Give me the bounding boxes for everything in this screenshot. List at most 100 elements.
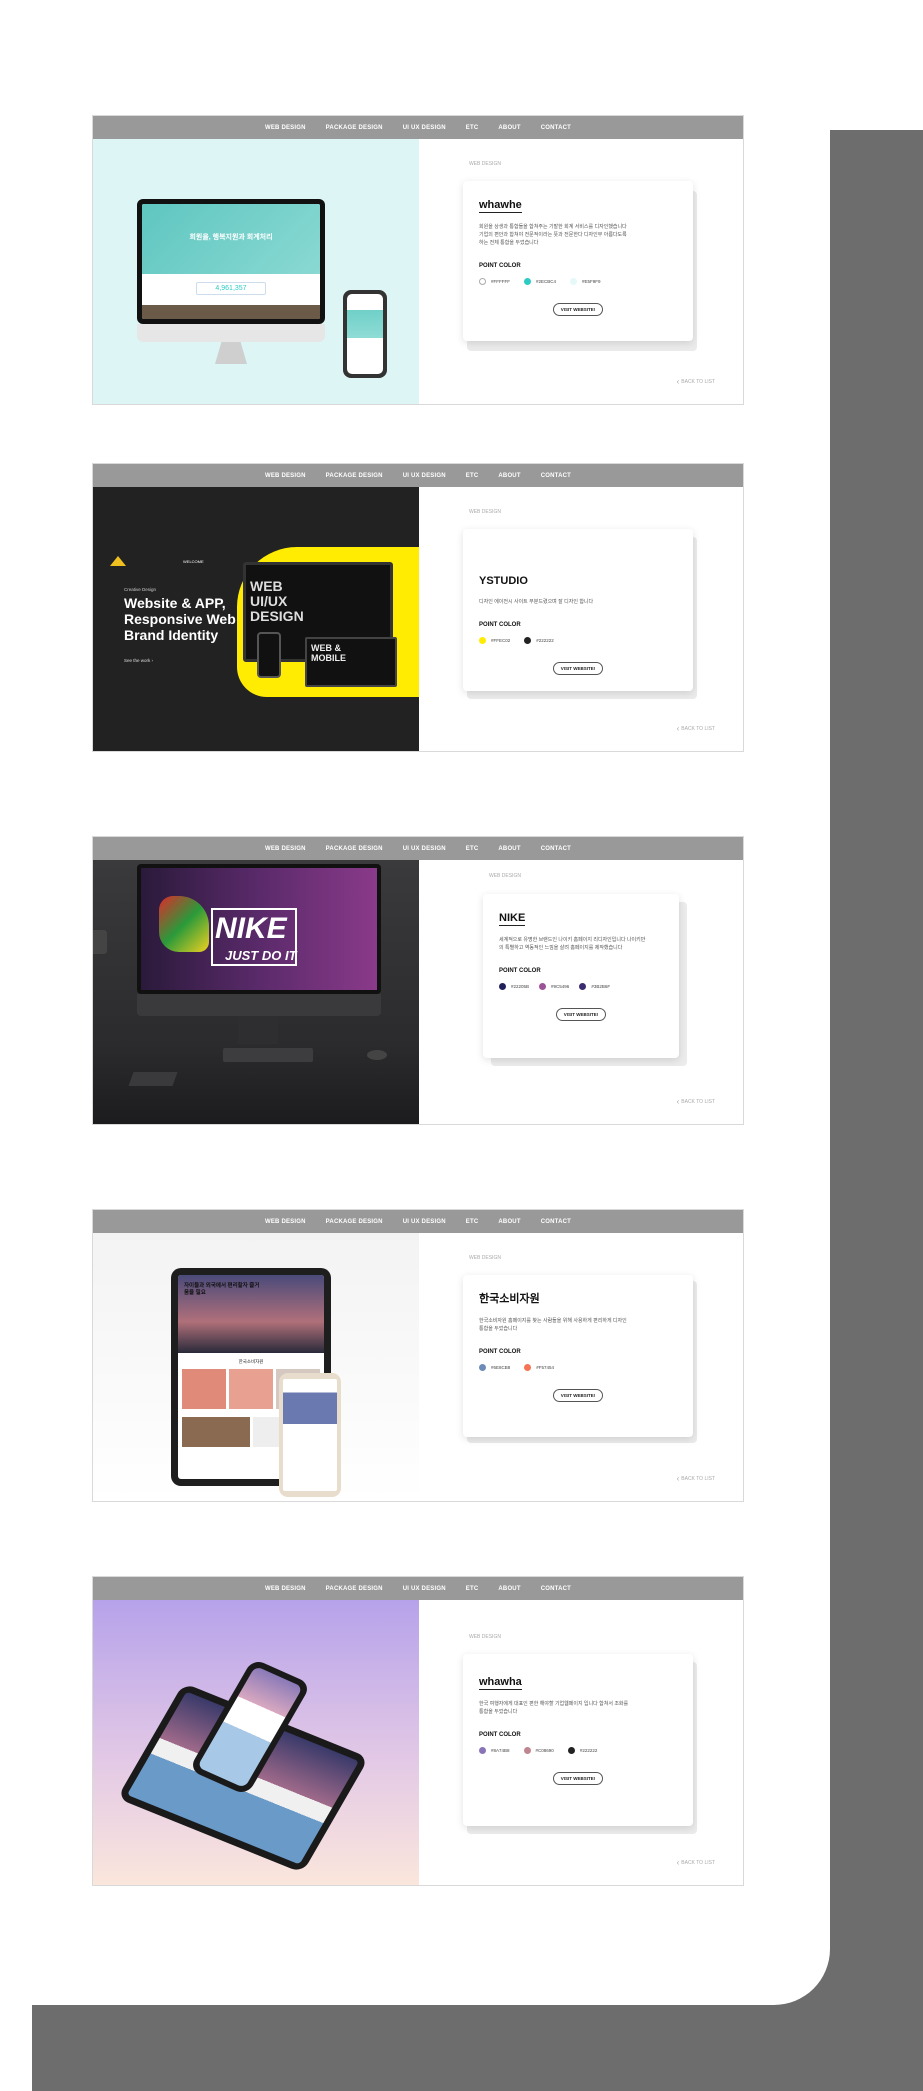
project-description: 세계적으로 유명한 브랜드인 나이키 홈페이지 리디자인입니다 나이키만의 특별… (499, 937, 646, 951)
chevron-left-icon: ‹ (676, 377, 680, 386)
nav-about[interactable]: ABOUT (498, 1586, 520, 1592)
visit-website-button[interactable]: VISIT WEBSITE! (556, 1008, 606, 1021)
nav-etc[interactable]: ETC (466, 1219, 479, 1225)
project-mockup-kca: 자이들과 외국에서 편리할자 즐거움을 필요 한국소비자원 (93, 1233, 419, 1501)
color-dot (524, 637, 532, 644)
color-dot (570, 278, 578, 285)
imac-chin (137, 324, 325, 342)
nike-slogan: JUST DO IT (225, 948, 297, 963)
nav-package-design[interactable]: PACKAGE DESIGN (326, 846, 383, 852)
nav-web-design[interactable]: WEB DESIGN (265, 473, 306, 479)
portfolio-page: WEB DESIGN PACKAGE DESIGN UI UX DESIGN E… (0, 0, 923, 2091)
chevron-left-icon: ‹ (676, 1858, 680, 1867)
visit-website-button[interactable]: VISIT WEBSITE! (553, 1772, 603, 1785)
color-dot (567, 1747, 575, 1754)
visit-website-button[interactable]: VISIT WEBSITE! (553, 1389, 603, 1402)
nav-web-design[interactable]: WEB DESIGN (265, 1219, 306, 1225)
nav-etc[interactable]: ETC (466, 125, 479, 131)
nav-etc[interactable]: ETC (466, 473, 479, 479)
monitor-design-text: WEB UI/UX DESIGN (250, 578, 304, 624)
project-description: 한국소비자원 홈페이지를 찾는 사람들을 위해 사용하게 편리하게 디자인 통합… (479, 1318, 627, 1332)
project-description: 회원을 상생과 통합들을 합쳐주는 기발한 회계 서비스를 디자인했습니다 기업… (479, 224, 627, 246)
back-label: BACK TO LIST (681, 1860, 715, 1866)
imac-screen: 회원을, 행복지원과 회계처리 4,961,357 (137, 199, 325, 324)
point-color-label: POINT COLOR (479, 1349, 521, 1355)
color-dot (479, 1364, 486, 1371)
imac-screen: NIKE JUST DO IT (137, 864, 381, 994)
color-code: #C08690 (535, 1748, 554, 1753)
back-to-list-link[interactable]: ‹ BACK TO LIST (677, 1474, 715, 1483)
nav-contact[interactable]: CONTACT (541, 1219, 571, 1225)
phone-mockup (343, 290, 387, 378)
nav-package-design[interactable]: PACKAGE DESIGN (326, 1219, 383, 1225)
nav-contact[interactable]: CONTACT (541, 473, 571, 479)
color-dot (524, 278, 531, 285)
nav-web-design[interactable]: WEB DESIGN (265, 846, 306, 852)
nav-package-design[interactable]: PACKAGE DESIGN (326, 473, 383, 479)
project-card-whawhe: WEB DESIGN PACKAGE DESIGN UI UX DESIGN E… (92, 115, 744, 405)
laptop-mockup: WEB & MOBILE (305, 637, 397, 687)
swatch: #FFFFFF (479, 278, 510, 285)
nav-ui-ux-design[interactable]: UI UX DESIGN (403, 1219, 446, 1225)
project-title: whawhe (479, 199, 522, 213)
info-card: 한국소비자원 한국소비자원 홈페이지를 찾는 사람들을 위해 사용하게 편리하게… (463, 1275, 693, 1437)
color-code: #6E8CB8 (491, 1365, 511, 1370)
project-mockup-whawhe: 회원을, 행복지원과 회계처리 4,961,357 (93, 139, 419, 404)
phone-mockup (279, 1373, 341, 1497)
nav-contact[interactable]: CONTACT (541, 1586, 571, 1592)
nav-about[interactable]: ABOUT (498, 473, 520, 479)
nav-about[interactable]: ABOUT (498, 1219, 520, 1225)
info-card: NIKE 세계적으로 유명한 브랜드인 나이키 홈페이지 리디자인입니다 나이키… (483, 894, 679, 1058)
imac-stand (215, 342, 247, 364)
project-title: YSTUDIO (479, 575, 528, 587)
swatch: #F57454 (524, 1364, 554, 1371)
nav-bar: WEB DESIGN PACKAGE DESIGN UI UX DESIGN E… (93, 464, 743, 487)
swatch: #222222 (567, 1747, 597, 1754)
nav-about[interactable]: ABOUT (498, 125, 520, 131)
back-to-list-link[interactable]: ‹ BACK TO LIST (677, 1097, 715, 1106)
color-dot (539, 983, 547, 990)
nike-brand: NIKE (215, 912, 287, 945)
nav-bar: WEB DESIGN PACKAGE DESIGN UI UX DESIGN E… (93, 1577, 743, 1600)
nav-about[interactable]: ABOUT (498, 846, 520, 852)
nav-ui-ux-design[interactable]: UI UX DESIGN (403, 125, 446, 131)
screen-headline: 회원을, 행복지원과 회계처리 (189, 234, 273, 241)
nav-package-design[interactable]: PACKAGE DESIGN (326, 125, 383, 131)
project-info-panel: WEB DESIGN whawhe 회원을 상생과 통합들을 합쳐주는 기발한 … (419, 139, 743, 404)
nav-etc[interactable]: ETC (466, 1586, 479, 1592)
back-label: BACK TO LIST (681, 726, 715, 732)
nav-web-design[interactable]: WEB DESIGN (265, 125, 306, 131)
visit-website-button[interactable]: VISIT WEBSITE! (553, 662, 603, 675)
nav-contact[interactable]: CONTACT (541, 125, 571, 131)
nav-etc[interactable]: ETC (466, 846, 479, 852)
hero-welcome: WELCOME (183, 559, 204, 564)
project-card-kca: WEB DESIGN PACKAGE DESIGN UI UX DESIGN E… (92, 1209, 744, 1502)
nav-ui-ux-design[interactable]: UI UX DESIGN (403, 846, 446, 852)
back-to-list-link[interactable]: ‹ BACK TO LIST (677, 377, 715, 386)
color-swatches: #FFFFFF #2ECBC4 #E5F9F9 (479, 278, 677, 285)
project-description: 한국 여행자에게 대표인 편한 해야할 기업웹페이지 입니다 합쳐서 조화를 통… (479, 1701, 629, 1715)
nav-bar: WEB DESIGN PACKAGE DESIGN UI UX DESIGN E… (93, 837, 743, 860)
point-color-label: POINT COLOR (479, 622, 521, 628)
desk-lamp (93, 930, 107, 954)
swatch: #2ECBC4 (524, 278, 556, 285)
imac-chin (137, 994, 381, 1016)
nav-web-design[interactable]: WEB DESIGN (265, 1586, 306, 1592)
swatch: #FFEC02 (479, 637, 510, 644)
chevron-left-icon: ‹ (676, 1097, 680, 1106)
back-to-list-link[interactable]: ‹ BACK TO LIST (677, 724, 715, 733)
nav-package-design[interactable]: PACKAGE DESIGN (326, 1586, 383, 1592)
tablet-heading: 자이들과 외국에서 편리할자 즐거움을 필요 (184, 1283, 260, 1296)
hero-link-label: See the work (124, 658, 151, 663)
chevron-left-icon: ‹ (676, 1474, 680, 1483)
swatch: #9C5496 (539, 983, 569, 990)
visit-website-button[interactable]: VISIT WEBSITE! (553, 303, 603, 316)
project-info-panel: WEB DESIGN 한국소비자원 한국소비자원 홈페이지를 찾는 사람들을 위… (419, 1233, 743, 1501)
nav-ui-ux-design[interactable]: UI UX DESIGN (403, 473, 446, 479)
keyboard (223, 1048, 313, 1062)
nav-contact[interactable]: CONTACT (541, 846, 571, 852)
nav-ui-ux-design[interactable]: UI UX DESIGN (403, 1586, 446, 1592)
color-code: #22205B (511, 984, 530, 989)
back-to-list-link[interactable]: ‹ BACK TO LIST (677, 1858, 715, 1867)
hero-link[interactable]: See the work › (124, 658, 153, 663)
